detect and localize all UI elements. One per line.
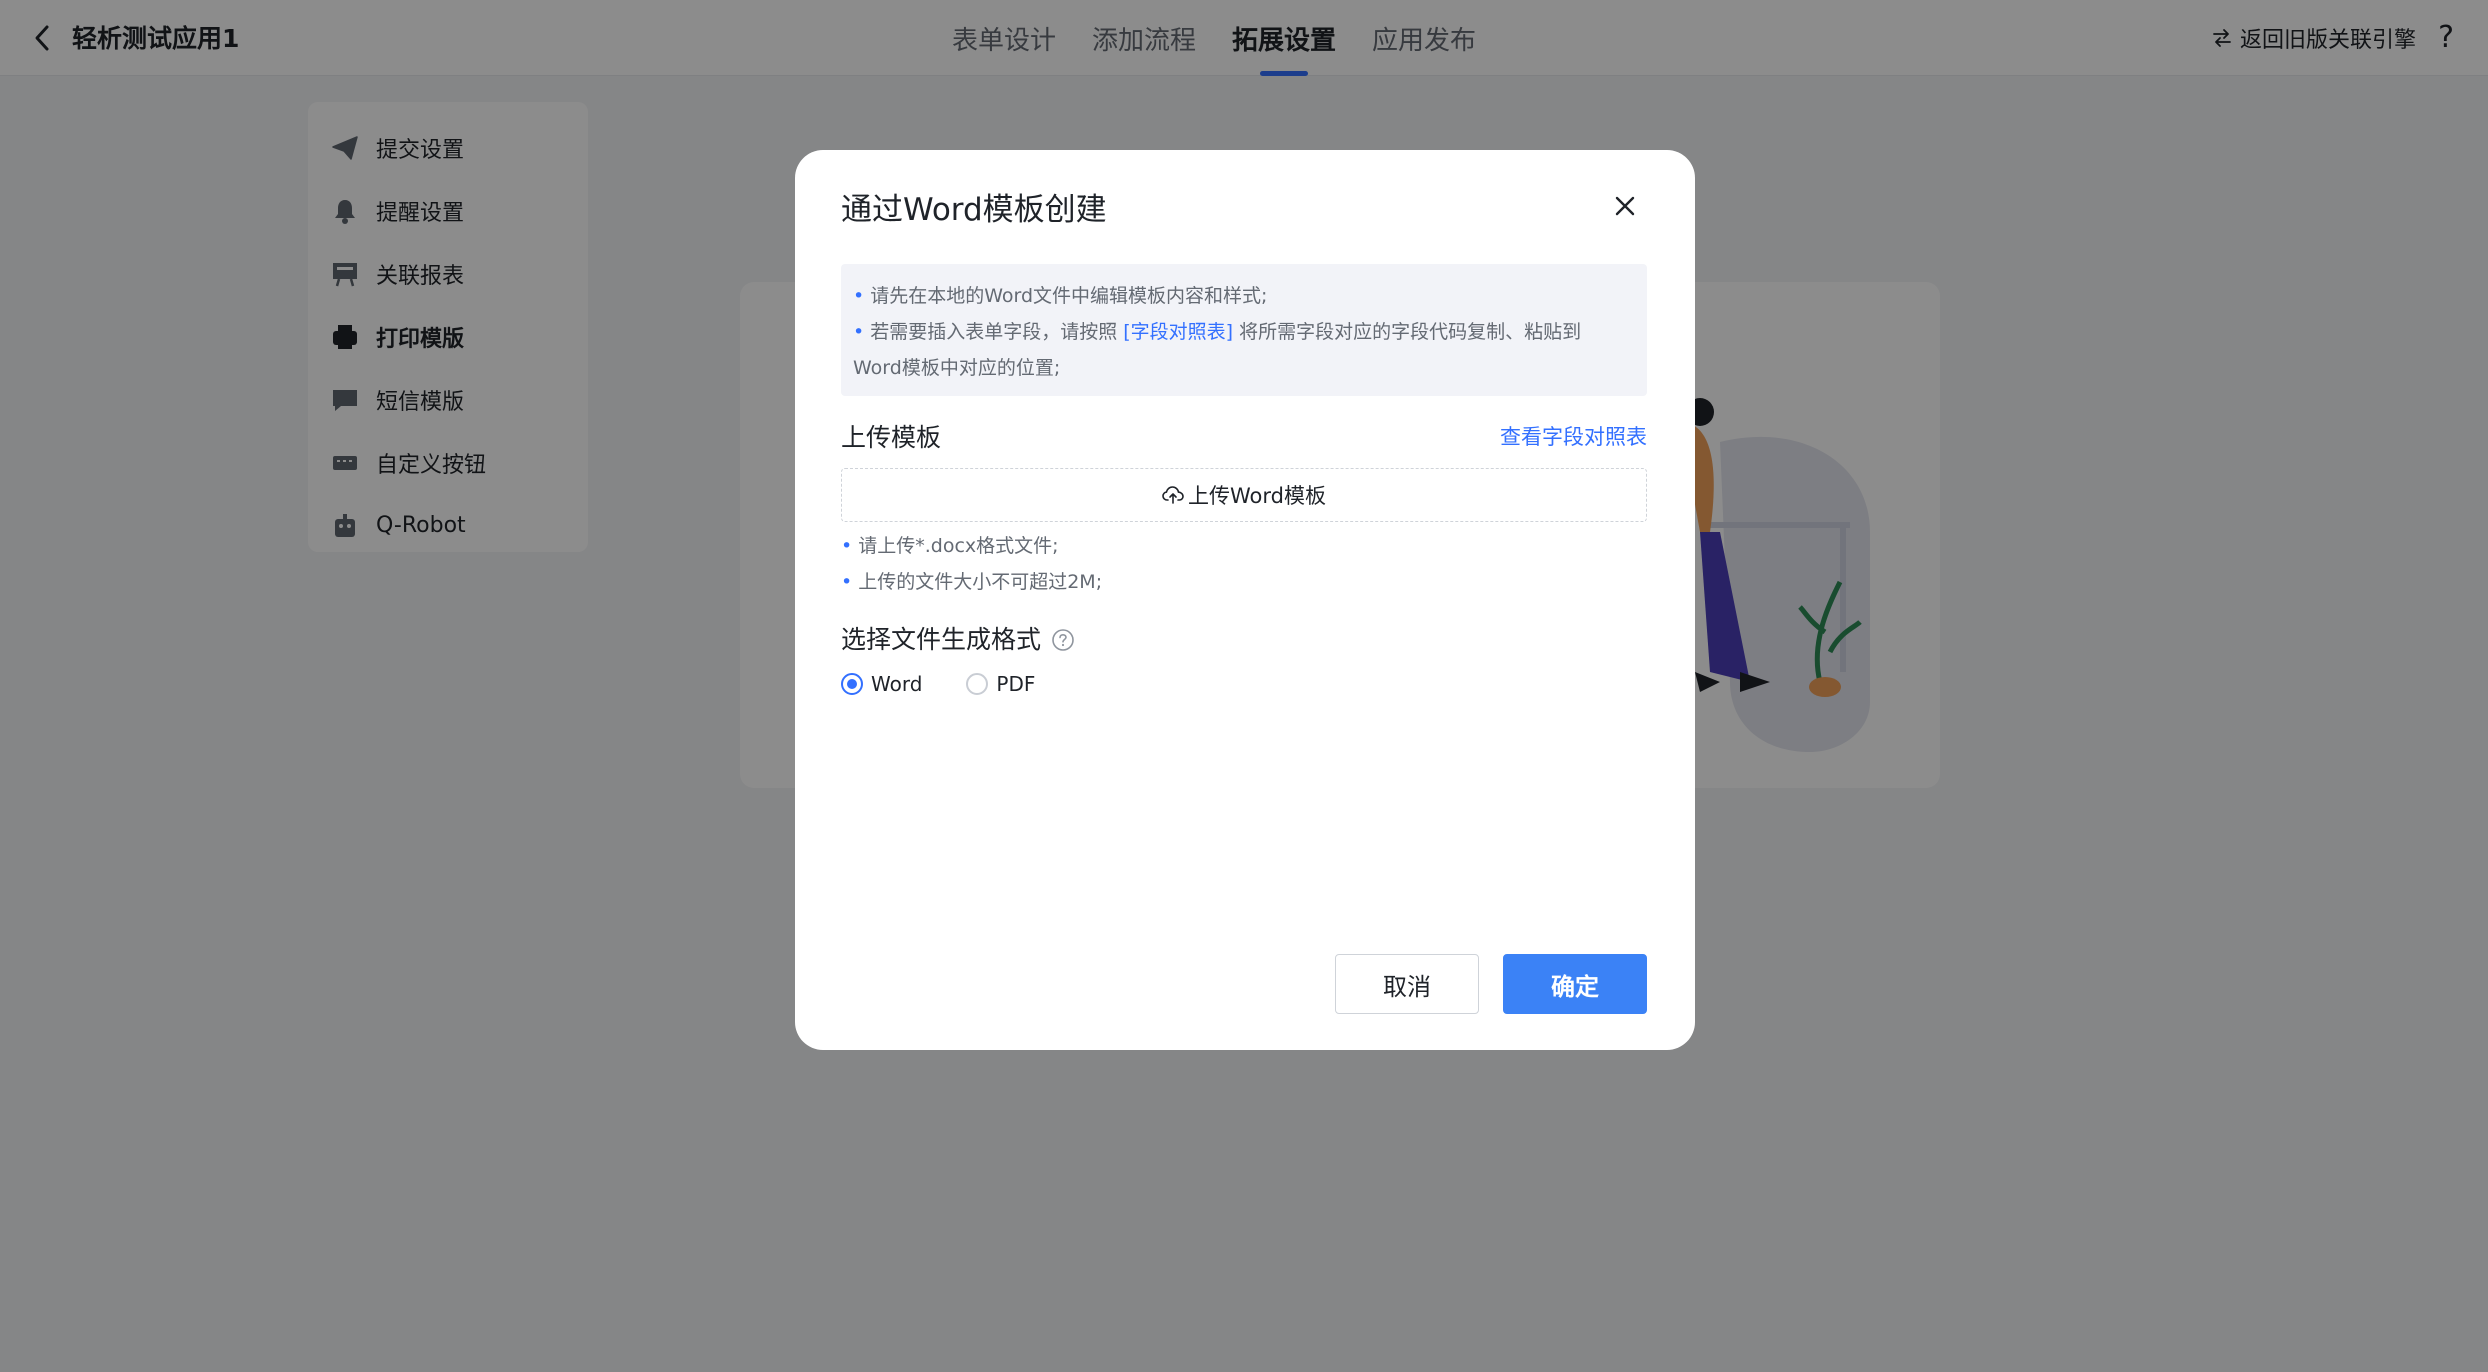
radio-pdf[interactable]: PDF [966,672,1035,696]
radio-label: Word [871,672,923,696]
format-label-row: 选择文件生成格式 [841,624,1075,656]
close-icon [1615,196,1635,216]
notice-text: 请先在本地的Word文件中编辑模板内容和样式; [870,285,1268,307]
close-button[interactable] [1607,188,1643,224]
notice-text: 将所需字段对应的字段代码复制、粘贴到 [1233,321,1582,343]
notice-line: Word模板中对应的位置; [853,350,1635,386]
bullet-dot: • [841,571,853,593]
radio-label: PDF [996,672,1036,696]
bullet-dot: • [841,535,853,557]
notice-text: 若需要插入表单字段，请按照 [870,321,1124,343]
notice-text: Word模板中对应的位置; [853,357,1061,379]
radio-unchecked-indicator [966,673,989,695]
hint-text: 请上传*.docx格式文件; [858,535,1059,557]
view-field-table-link[interactable]: 查看字段对照表 [1500,422,1647,452]
format-section-label: 选择文件生成格式 [841,625,1042,654]
format-radio-group: Word PDF [841,672,1035,696]
upload-hints: • 请上传*.docx格式文件; • 上传的文件大小不可超过2M; [841,528,1102,600]
word-template-dialog: 通过Word模板创建 • 请先在本地的Word文件中编辑模板内容和样式; • 若需要… [795,150,1695,1050]
field-table-inline-link[interactable]: [字段对照表] [1123,321,1233,343]
confirm-button[interactable]: 确定 [1503,954,1647,1014]
radio-checked-indicator [841,673,863,695]
bullet-dot: • [853,285,865,307]
hint-item: • 上传的文件大小不可超过2M; [841,564,1102,600]
radio-word[interactable]: Word [841,672,922,696]
dialog-title: 通过Word模板创建 [841,192,1107,228]
question-circle-icon[interactable] [1051,628,1075,652]
upload-section-label: 上传模板 [841,423,942,452]
hint-item: • 请上传*.docx格式文件; [841,528,1102,564]
cloud-upload-icon [1162,486,1184,504]
upload-word-template-button[interactable]: 上传Word模板 [841,468,1647,522]
bullet-dot: • [853,321,865,343]
cancel-button[interactable]: 取消 [1335,954,1479,1014]
hint-text: 上传的文件大小不可超过2M; [858,571,1103,593]
instruction-notice: • 请先在本地的Word文件中编辑模板内容和样式; • 若需要插入表单字段，请按照 … [841,264,1647,396]
notice-line: • 请先在本地的Word文件中编辑模板内容和样式; [853,278,1635,314]
notice-line: • 若需要插入表单字段，请按照 [字段对照表] 将所需字段对应的字段代码复制、粘贴… [853,314,1635,350]
upload-button-label: 上传Word模板 [1188,484,1326,508]
